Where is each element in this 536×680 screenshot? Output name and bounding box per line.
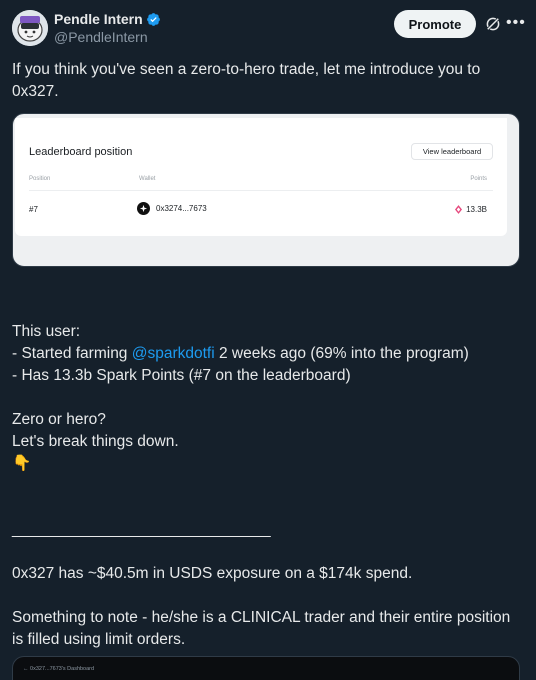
author-name[interactable]: Pendle Intern: [54, 10, 161, 28]
column-header-points: Points: [470, 176, 487, 182]
verified-badge-icon: [146, 12, 160, 26]
body-line-4: Zero or hero?: [12, 411, 106, 428]
tweet-body-text: This user: - Started farming @sparkdotfi…: [12, 321, 524, 651]
dashboard-image-card[interactable]: ← 0x327...7673's Dashboard: [12, 656, 520, 680]
row-points: 13.3B: [455, 205, 487, 214]
author-display-name[interactable]: Pendle Intern: [54, 10, 143, 28]
column-header-position: Position: [29, 176, 51, 182]
promote-button[interactable]: Promote: [394, 10, 476, 38]
grok-icon[interactable]: [484, 15, 502, 33]
dashboard-label: ← 0x327...7673's Dashboard: [23, 666, 95, 672]
body-line-6: 0x327 has ~$40.5m in USDS exposure on a …: [12, 565, 413, 582]
mention-link[interactable]: @sparkdotfi: [132, 345, 215, 362]
author-handle[interactable]: @PendleIntern: [54, 28, 161, 46]
body-line-5: Let's break things down.: [12, 433, 179, 450]
more-icon[interactable]: •••: [506, 13, 525, 33]
row-wallet: 0x3274...7673: [137, 202, 207, 215]
body-line-3: - Has 13.3b Spark Points (#7 on the lead…: [12, 367, 351, 384]
row-points-value: 13.3B: [466, 205, 487, 214]
text-divider: ______________________________: [12, 521, 271, 538]
tweet-intro-text: If you think you've seen a zero-to-hero …: [12, 61, 481, 100]
body-line-1: This user:: [12, 323, 81, 340]
spark-points-icon: [455, 205, 463, 214]
leaderboard-title: Leaderboard position: [29, 146, 133, 158]
pointing-down-emoji: 👇: [12, 455, 32, 472]
body-line-7: Something to note - he/she is a CLINICAL…: [12, 609, 511, 648]
body-line-2-suffix: 2 weeks ago (69% into the program): [214, 345, 469, 362]
wallet-avatar-icon: [137, 202, 150, 215]
leaderboard-image-card[interactable]: Leaderboard position View leaderboard Po…: [12, 113, 520, 267]
body-line-2-prefix: - Started farming: [12, 345, 132, 362]
header-divider: [29, 190, 493, 191]
tweet-header: Pendle Intern @PendleIntern Promote •••: [12, 10, 525, 50]
leaderboard-panel: Leaderboard position View leaderboard Po…: [15, 118, 507, 236]
avatar-image: [12, 10, 48, 46]
row-wallet-address: 0x3274...7673: [156, 204, 207, 213]
row-position: #7: [29, 205, 38, 214]
view-leaderboard-button: View leaderboard: [411, 143, 493, 160]
column-header-wallet: Wallet: [139, 176, 156, 182]
avatar[interactable]: [12, 10, 48, 46]
